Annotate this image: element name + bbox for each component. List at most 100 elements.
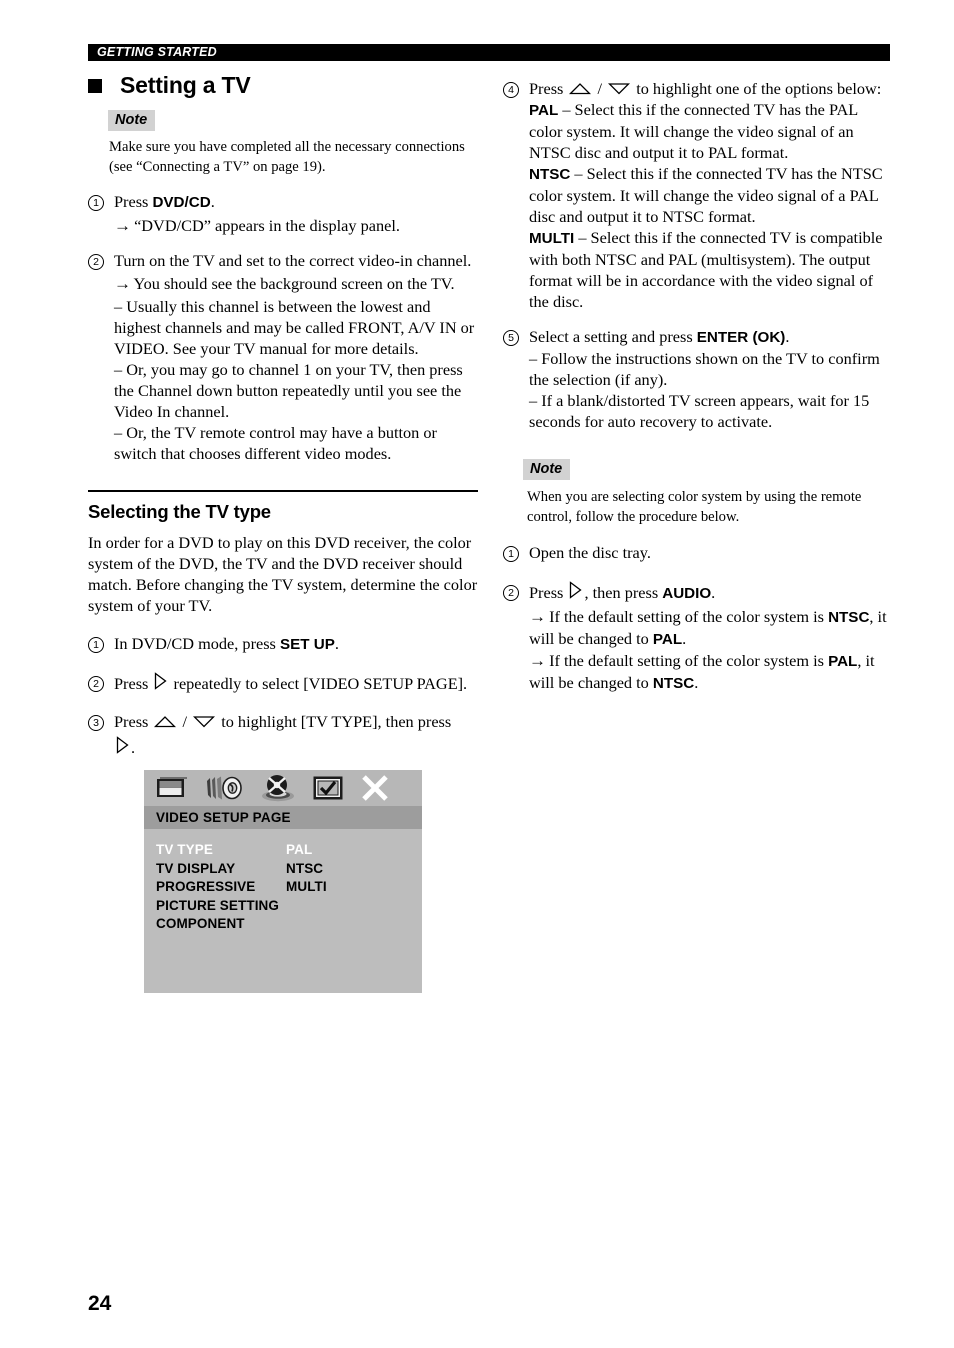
substep-text: Or, you may go to channel 1 on your TV, … [114,360,463,421]
step-text: Press [114,712,153,731]
option-desc: – Select this if the connected TV has th… [529,164,883,226]
step-text: Press [114,674,153,693]
step-substep: – Follow the instructions shown on the T… [529,348,893,390]
substep-bold: PAL [652,631,683,648]
substep-bold: PAL [828,653,858,670]
step-substep: → If the default setting of the color sy… [529,650,893,694]
triangle-right-icon [569,581,583,599]
step-text: Press [529,583,568,602]
triangle-down-icon [608,82,631,95]
step-text-tail: . [785,327,790,346]
substep-text: You should see the background screen on … [133,274,455,293]
triangle-down-icon [193,715,216,728]
note-block-left: Note [108,110,478,131]
osd-menu-column: TV TYPE TV DISPLAY PROGRESSIVE PICTURE S… [156,841,286,934]
substep-text: “DVD/CD” appears in the display panel. [134,216,400,235]
osd-menu-item-picture-setting[interactable]: PICTURE SETTING [156,897,286,916]
step-number: 1 [88,633,114,655]
dash-glyph-icon: – [114,297,123,316]
speaker-audio-icon[interactable] [205,775,243,801]
substep-bold: NTSC [652,675,695,692]
page-title: Setting a TV [88,72,251,99]
arrow-right-glyph-icon: → [114,274,131,293]
arrow-right-glyph-icon: → [529,607,546,626]
dash-glyph-icon: – [114,423,123,442]
tv-screen-icon[interactable] [156,775,188,801]
close-x-icon[interactable] [361,775,389,801]
substep-text: Usually this channel is between the lowe… [114,297,475,358]
osd-value-multi[interactable]: MULTI [286,878,396,897]
osd-menu-item-component[interactable]: COMPONENT [156,915,286,934]
substep-text: Follow the instructions shown on the TV … [529,349,880,389]
osd-menu-item-tv-type[interactable]: TV TYPE [156,841,286,860]
step-number: 1 [88,191,114,236]
step-body: Press repeatedly to select [VIDEO SETUP … [114,672,478,694]
note-body-left: Make sure you have completed all the nec… [109,139,465,175]
step-number: 3 [88,711,114,758]
picture-setup-icon[interactable] [313,776,344,801]
step-item: 1 In DVD/CD mode, press SET UP. [88,633,478,655]
disc-preferences-icon[interactable] [260,774,296,802]
step-bold-key: DVD/CD [152,194,211,211]
step-item: 1 Open the disc tray. [503,542,893,564]
step-separator: / [593,79,607,98]
step-separator: / [178,712,192,731]
running-header-label: GETTING STARTED [97,45,217,59]
step-text-period: . [131,738,136,757]
running-header-bar: GETTING STARTED [88,44,890,61]
step-number: 4 [503,78,529,312]
osd-page-title: VIDEO SETUP PAGE [156,810,291,825]
option-name: PAL [529,102,559,119]
substep-text: If a blank/distorted TV screen appears, … [529,391,870,431]
step-number: 5 [503,326,529,432]
triangle-up-icon [154,715,177,728]
step-body: Open the disc tray. [529,543,651,562]
step-body: Press / to highlight one of the options … [529,78,893,312]
arrow-right-glyph-icon: → [114,216,131,235]
step-item: 3 Press / to highlight [TV TYPE], then p… [88,711,478,758]
right-column: 4 Press / to highlight one of the option… [503,78,893,694]
page-number: 24 [88,1292,112,1315]
step-bold-key: AUDIO [662,585,712,602]
step-substep: – Or, you may go to channel 1 on your TV… [114,359,478,422]
step-text: Press [114,192,153,211]
osd-menu-item-progressive[interactable]: PROGRESSIVE [156,878,286,897]
substep-bold: NTSC [828,609,870,626]
osd-menu-item-tv-display[interactable]: TV DISPLAY [156,860,286,879]
step-body: Press DVD/CD. → “DVD/CD” appears in the … [114,191,478,236]
step-text-tail: . [711,583,716,602]
step-number: 2 [503,581,529,694]
step-substep: → “DVD/CD” appears in the display panel. [114,215,478,236]
section-heading: Selecting the TV type [88,501,271,522]
step-body: In DVD/CD mode, press SET UP. [114,633,478,655]
step-body: Press , then press AUDIO. → If the defau… [529,581,893,694]
step-item: 5 Select a setting and press ENTER (OK).… [503,326,893,432]
step-substep: – Or, the TV remote control may have a b… [114,422,478,464]
note-badge-label: Note [523,459,571,480]
osd-title-bar: VIDEO SETUP PAGE [144,806,422,829]
step-text-tail: to highlight one of the options below: [632,79,882,98]
dash-glyph-icon: – [529,391,538,410]
substep-text: Or, the TV remote control may have a but… [114,423,437,463]
step-body: Select a setting and press ENTER (OK). –… [529,326,893,432]
option-row-ntsc: NTSC – Select this if the connected TV h… [529,163,893,227]
step-substep: – Usually this channel is between the lo… [114,296,478,359]
step-body: Press / to highlight [TV TYPE], then pre… [114,711,478,758]
step-text-tail: . [210,192,215,211]
osd-value-ntsc[interactable]: NTSC [286,860,396,879]
step-text-mid: , then press [584,583,663,602]
option-desc: – Select this if the connected TV has th… [529,100,858,162]
step-text: Turn on the TV and set to the correct vi… [114,251,472,270]
step-number: 2 [88,672,114,694]
substep-text: If the default setting of the color syst… [549,607,829,626]
step-item: 1 Press DVD/CD. → “DVD/CD” appears in th… [88,191,478,236]
triangle-up-icon [569,82,592,95]
osd-value-pal[interactable]: PAL [286,841,396,860]
option-desc: – Select this if the connected TV is com… [529,228,883,311]
osd-video-setup-screenshot: VIDEO SETUP PAGE TV TYPE TV DISPLAY PROG… [144,770,422,993]
step-substep: → You should see the background screen o… [114,273,478,294]
substep-text: If the default setting of the color syst… [549,651,829,670]
step-substep: → If the default setting of the color sy… [529,606,893,650]
option-name: NTSC [529,166,571,183]
step-item: 2 Turn on the TV and set to the correct … [88,250,478,464]
